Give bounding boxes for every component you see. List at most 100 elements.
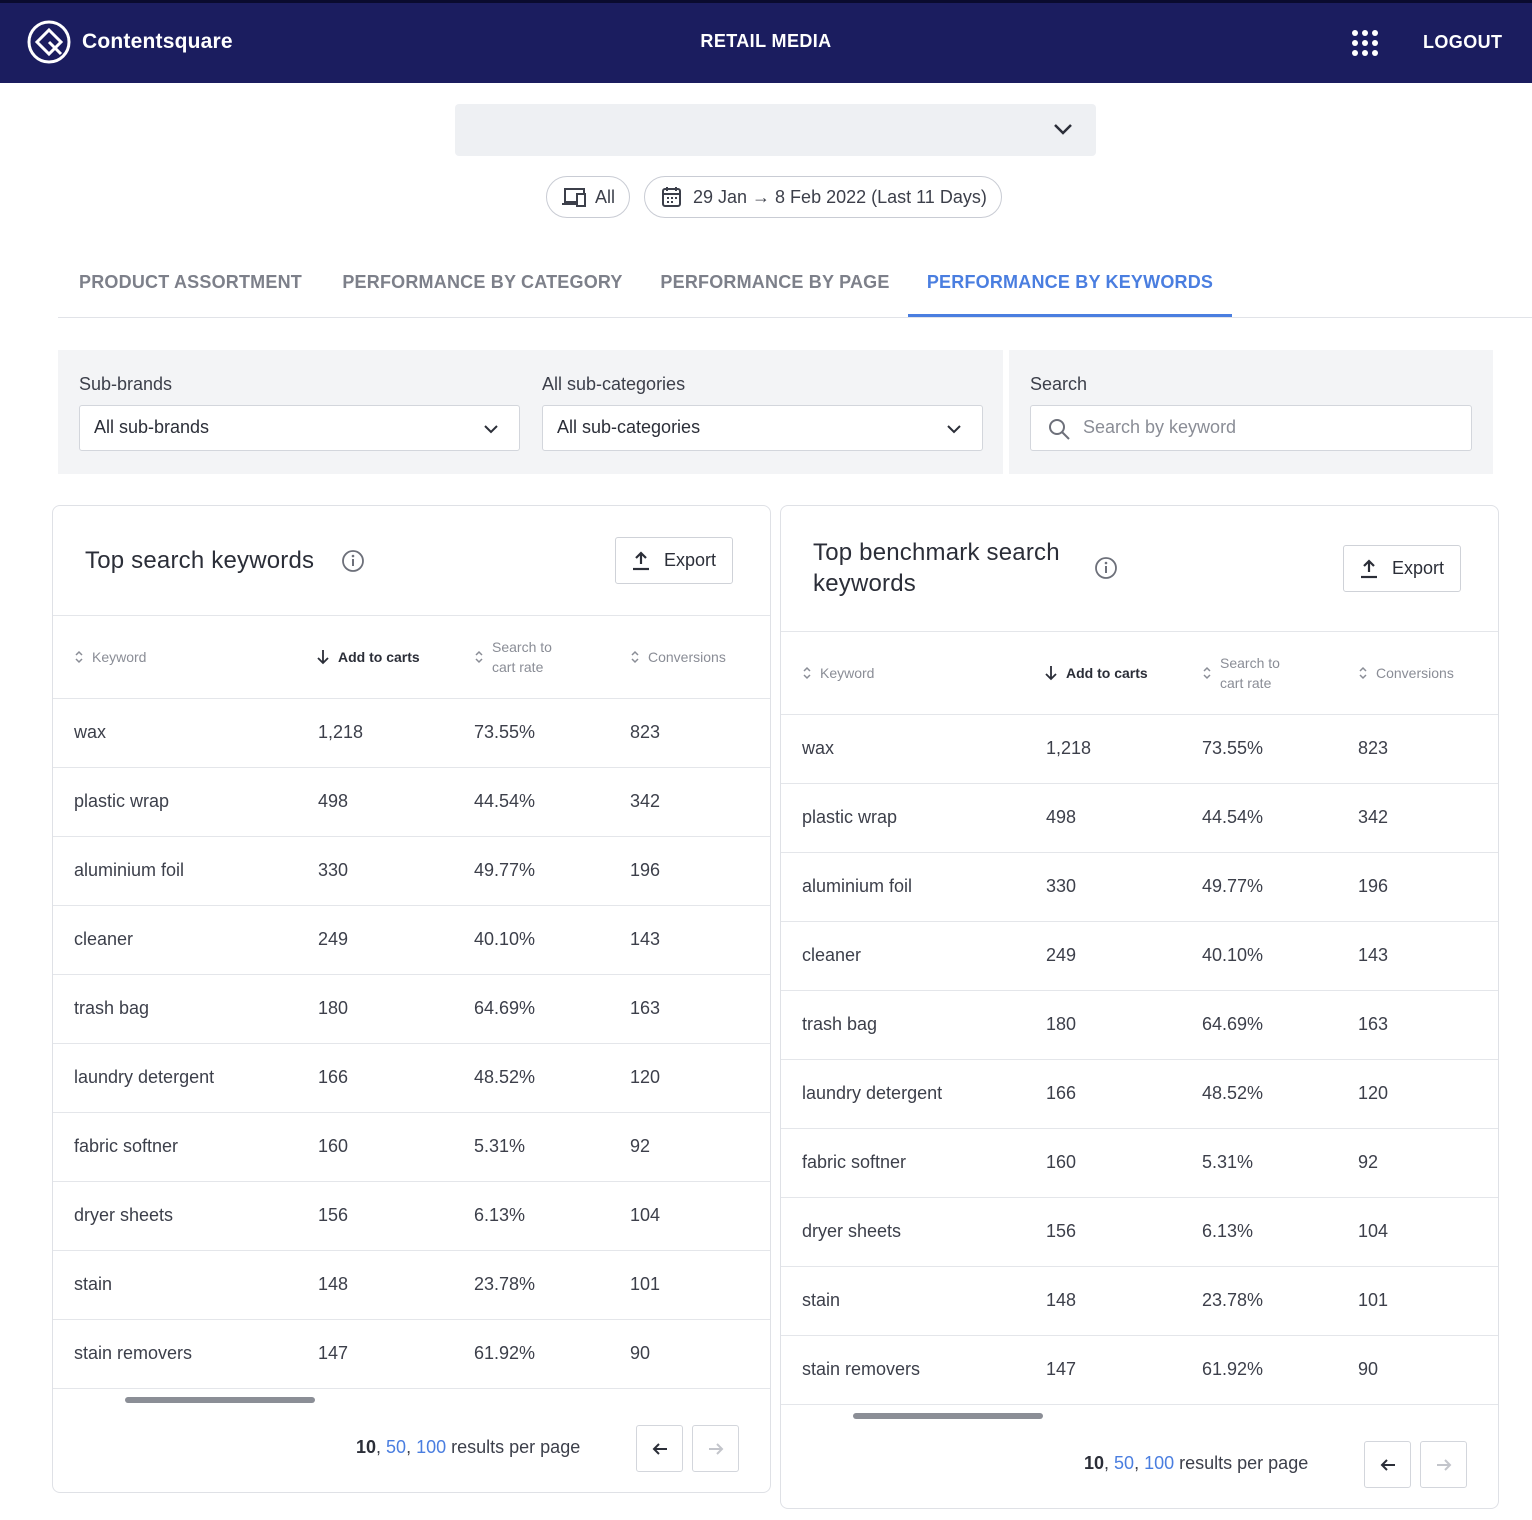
cell-add-to-carts: 166 — [318, 1067, 349, 1087]
column-add-to-carts[interactable]: Add to carts — [1044, 663, 1148, 683]
cell-add-to-carts: 160 — [1046, 1152, 1077, 1172]
cell-search-to-cart-rate: 73.55% — [1202, 738, 1264, 758]
tab-performance-by-category[interactable]: PERFORMANCE BY CATEGORY — [323, 258, 642, 317]
next-page-button[interactable] — [692, 1425, 739, 1472]
table-row[interactable]: trash bag 180 64.69% 163 — [53, 975, 770, 1044]
subbrands-select[interactable]: All sub-brands — [79, 405, 520, 451]
search-icon — [1049, 419, 1070, 440]
tab-product-assortment[interactable]: PRODUCT ASSORTMENT — [58, 258, 323, 317]
cell-conversions: 196 — [1358, 876, 1389, 896]
cell-keyword: wax — [74, 722, 107, 742]
column-add-to-carts[interactable]: Add to carts — [316, 647, 420, 667]
previous-page-button[interactable] — [636, 1425, 683, 1472]
date-filter[interactable]: 29 Jan → 8 Feb 2022 (Last 11 Days) — [644, 176, 1002, 218]
page-size-10[interactable]: 10 — [356, 1437, 376, 1457]
cell-add-to-carts: 156 — [1046, 1221, 1077, 1241]
filter-panel: Sub-brands All sub-brands All sub-catego… — [58, 350, 1003, 474]
column-conversions[interactable]: Conversions — [630, 647, 726, 667]
column-keyword[interactable]: Keyword — [74, 647, 146, 667]
column-search-to-cart-rate[interactable]: Search to cart rate — [474, 637, 552, 677]
search-input[interactable]: Search by keyword — [1030, 405, 1472, 451]
cell-search-to-cart-rate: 23.78% — [474, 1274, 536, 1294]
search-placeholder: Search by keyword — [1083, 417, 1237, 437]
table-row[interactable]: wax 1,218 73.55% 823 — [781, 715, 1498, 784]
table-row[interactable]: fabric softner 160 5.31% 92 — [53, 1113, 770, 1182]
cell-search-to-cart-rate: 64.69% — [1202, 1014, 1264, 1034]
info-icon[interactable] — [341, 549, 365, 573]
cell-add-to-carts: 330 — [318, 860, 349, 880]
arrow-left-icon — [652, 1442, 667, 1455]
table-row[interactable]: laundry detergent 166 48.52% 120 — [781, 1060, 1498, 1129]
page-size-50[interactable]: 50 — [386, 1437, 406, 1457]
search-panel: Search Search by keyword — [1009, 350, 1493, 474]
table-row[interactable]: fabric softner 160 5.31% 92 — [781, 1129, 1498, 1198]
tab-performance-by-page[interactable]: PERFORMANCE BY PAGE — [642, 258, 908, 317]
table-row[interactable]: laundry detergent 166 48.52% 120 — [53, 1044, 770, 1113]
cell-keyword: laundry detergent — [74, 1067, 215, 1087]
cell-conversions: 163 — [1358, 1014, 1389, 1034]
previous-page-button[interactable] — [1364, 1441, 1411, 1488]
export-button[interactable]: Export — [615, 537, 734, 584]
page-size-100[interactable]: 100 — [416, 1437, 446, 1457]
table-row[interactable]: wax 1,218 73.55% 823 — [53, 699, 770, 768]
next-page-button[interactable] — [1420, 1441, 1467, 1488]
device-filter[interactable]: All — [546, 176, 631, 218]
arrow-down-icon — [1045, 666, 1057, 681]
logout-button[interactable]: LOGOUT — [1423, 32, 1502, 53]
card-title: Top search keywords — [85, 547, 315, 574]
table-row[interactable]: aluminium foil 330 49.77% 196 — [53, 837, 770, 906]
table-row[interactable]: stain removers 147 61.92% 90 — [53, 1320, 770, 1389]
horizontal-scrollbar[interactable] — [125, 1397, 315, 1403]
cell-add-to-carts: 147 — [1046, 1359, 1077, 1379]
cell-conversions: 104 — [630, 1205, 661, 1225]
cell-conversions: 90 — [1358, 1359, 1379, 1379]
table-header: Keyword Add to carts Search to cart rate … — [53, 615, 770, 699]
chevron-down-icon — [947, 425, 961, 434]
cell-conversions: 342 — [1358, 807, 1389, 827]
table-row[interactable]: cleaner 249 40.10% 143 — [781, 922, 1498, 991]
table-row[interactable]: stain removers 147 61.92% 90 — [781, 1336, 1498, 1405]
subcategories-value: All sub-categories — [557, 417, 701, 437]
page-size-100[interactable]: 100 — [1144, 1453, 1174, 1473]
table-row[interactable]: dryer sheets 156 6.13% 104 — [53, 1182, 770, 1251]
info-icon[interactable] — [1094, 556, 1118, 580]
column-keyword[interactable]: Keyword — [802, 663, 874, 683]
table-row[interactable]: plastic wrap 498 44.54% 342 — [781, 784, 1498, 853]
cell-search-to-cart-rate: 48.52% — [474, 1067, 536, 1087]
cell-conversions: 101 — [630, 1274, 661, 1294]
page-size-50[interactable]: 50 — [1114, 1453, 1134, 1473]
sort-icon — [631, 650, 639, 664]
export-button[interactable]: Export — [1343, 545, 1462, 592]
cell-conversions: 342 — [630, 791, 661, 811]
site-selector[interactable] — [455, 104, 1096, 156]
tab-bar: PRODUCT ASSORTMENT PERFORMANCE BY CATEGO… — [58, 258, 1532, 318]
sort-icon — [475, 650, 483, 664]
column-search-to-cart-rate[interactable]: Search to cart rate — [1202, 653, 1280, 693]
cell-keyword: trash bag — [74, 998, 150, 1018]
results-per-page: 10, 50, 100 results per page — [356, 1437, 581, 1457]
chevron-down-icon — [484, 425, 498, 434]
cell-add-to-carts: 147 — [318, 1343, 349, 1363]
cell-keyword: aluminium foil — [74, 860, 185, 880]
arrow-down-icon — [317, 650, 329, 665]
cell-keyword: plastic wrap — [802, 807, 898, 827]
column-conversions[interactable]: Conversions — [1358, 663, 1454, 683]
table-row[interactable]: dryer sheets 156 6.13% 104 — [781, 1198, 1498, 1267]
table-row[interactable]: stain 148 23.78% 101 — [53, 1251, 770, 1320]
tab-performance-by-keywords[interactable]: PERFORMANCE BY KEYWORDS — [908, 258, 1232, 317]
page-size-10[interactable]: 10 — [1084, 1453, 1104, 1473]
table-row[interactable]: stain 148 23.78% 101 — [781, 1267, 1498, 1336]
cell-search-to-cart-rate: 6.13% — [474, 1205, 526, 1225]
cell-add-to-carts: 148 — [1046, 1290, 1077, 1310]
table-row[interactable]: trash bag 180 64.69% 163 — [781, 991, 1498, 1060]
apps-grid-icon[interactable] — [1350, 28, 1380, 58]
cell-conversions: 90 — [630, 1343, 651, 1363]
table-row[interactable]: plastic wrap 498 44.54% 342 — [53, 768, 770, 837]
horizontal-scrollbar[interactable] — [853, 1413, 1043, 1419]
table-row[interactable]: cleaner 249 40.10% 143 — [53, 906, 770, 975]
arrow-left-icon — [1380, 1458, 1395, 1471]
cell-search-to-cart-rate: 44.54% — [474, 791, 536, 811]
cell-add-to-carts: 148 — [318, 1274, 349, 1294]
table-row[interactable]: aluminium foil 330 49.77% 196 — [781, 853, 1498, 922]
subcategories-select[interactable]: All sub-categories — [542, 405, 983, 451]
